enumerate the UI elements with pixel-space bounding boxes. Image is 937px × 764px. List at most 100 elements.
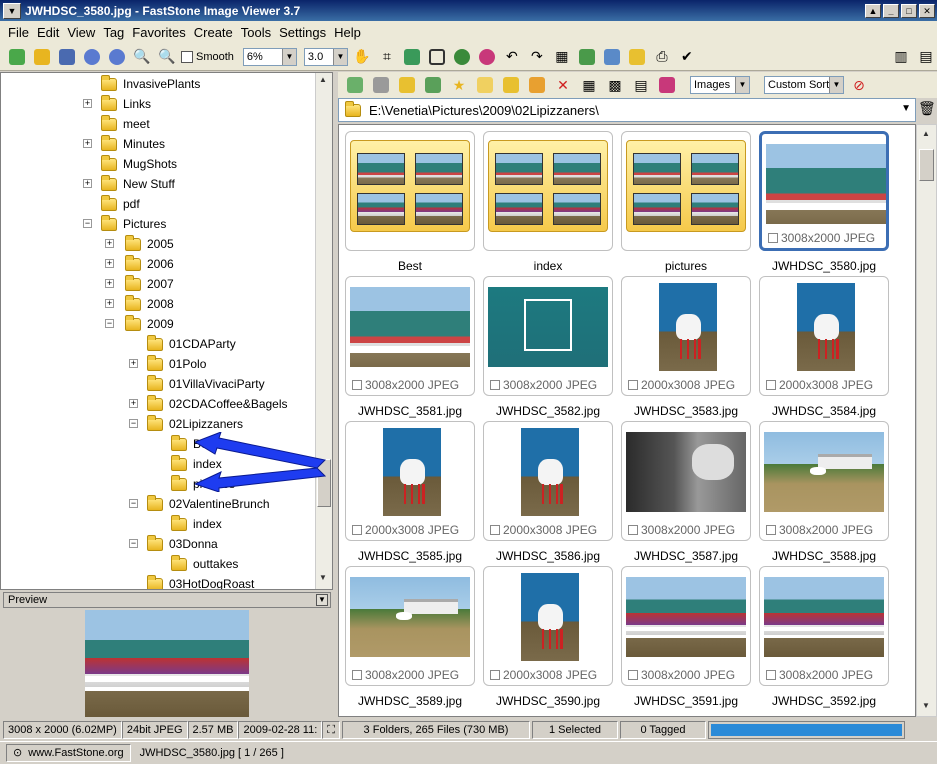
tree-item[interactable]: 03HotDogRoast [147, 574, 254, 589]
zoom-in-icon[interactable]: 🔍 [131, 46, 153, 68]
tree-item[interactable]: 2007 [125, 274, 174, 294]
image-thumbnail[interactable]: 3008x2000 JPEG [621, 566, 751, 686]
folder-thumbnail[interactable] [483, 131, 613, 251]
tag-checkbox[interactable] [766, 670, 776, 680]
image-thumbnail[interactable]: 3008x2000 JPEG [621, 421, 751, 541]
tree-expander[interactable]: + [83, 179, 92, 188]
grid-scrollbar[interactable]: ▲ ▼ [916, 124, 937, 717]
tag-checkbox[interactable] [490, 525, 500, 535]
hand-tool-icon[interactable]: ✋ [351, 46, 373, 68]
menu-settings[interactable]: Settings [275, 25, 330, 40]
tag-checkbox[interactable] [490, 670, 500, 680]
tree-item[interactable]: 01Polo [147, 354, 206, 374]
red-eye-icon[interactable] [476, 46, 498, 68]
email-icon[interactable] [626, 46, 648, 68]
menu-tag[interactable]: Tag [99, 25, 128, 40]
slideshow-icon[interactable] [576, 46, 598, 68]
smooth-checkbox[interactable]: Smooth [181, 50, 234, 63]
tree-item[interactable]: index [171, 514, 222, 534]
tree-expander[interactable]: − [83, 219, 92, 228]
rotate-right-icon[interactable]: ↷ [526, 46, 548, 68]
zoom-out-icon[interactable]: 🔍 [156, 46, 178, 68]
layout-icon[interactable]: ▥ [890, 46, 912, 68]
tag-checkbox[interactable] [628, 380, 638, 390]
tree-item[interactable]: 2008 [125, 294, 174, 314]
scroll-down-icon[interactable]: ▼ [922, 701, 930, 710]
move-to-icon[interactable] [526, 74, 548, 96]
scroll-up-icon[interactable]: ▲ [319, 75, 327, 84]
zoom-select[interactable]: 6% ▼ [242, 47, 297, 66]
tree-item[interactable]: 02CDACoffee&Bagels [147, 394, 288, 414]
browse-icon[interactable] [31, 46, 53, 68]
copy-to-icon[interactable] [500, 74, 522, 96]
tag-checkbox[interactable] [766, 525, 776, 535]
image-thumbnail[interactable]: 2000x3008 JPEG [759, 276, 889, 396]
favorite-star-icon[interactable]: ★ [448, 74, 470, 96]
tag-checkbox[interactable] [490, 380, 500, 390]
website-segment[interactable]: ⊙ www.FastStone.org [6, 744, 131, 762]
tag-checkbox[interactable] [352, 670, 362, 680]
tree-expander[interactable]: − [129, 499, 138, 508]
scroll-thumb[interactable] [919, 149, 934, 181]
tree-expander[interactable]: + [105, 259, 114, 268]
up-folder-icon[interactable] [396, 74, 418, 96]
tree-scrollbar[interactable]: ▲ ▼ [315, 73, 332, 589]
tree-item[interactable]: 01VillaVivaciParty [147, 374, 265, 394]
tree-item[interactable]: 2009 [125, 314, 174, 334]
tree-expander[interactable]: + [83, 99, 92, 108]
tree-expander[interactable]: + [83, 139, 92, 148]
tag-mark-icon[interactable] [656, 74, 678, 96]
tree-item[interactable]: outtakes [171, 554, 238, 574]
tree-item[interactable]: 03Donna [147, 534, 218, 554]
tag-checkbox[interactable] [352, 525, 362, 535]
delete-icon[interactable]: ✕ [552, 74, 574, 96]
tree-item[interactable]: Pictures [101, 214, 166, 234]
tag-icon[interactable]: ✔ [676, 46, 698, 68]
new-folder-icon[interactable] [474, 74, 496, 96]
layout-alt-icon[interactable]: ▤ [915, 46, 937, 68]
tree-item[interactable]: 02Lipizzaners [147, 414, 243, 434]
tree-item[interactable]: MugShots [101, 154, 177, 174]
tree-item[interactable]: 2006 [125, 254, 174, 274]
view-details-icon[interactable]: ▤ [630, 74, 652, 96]
tree-expander[interactable]: + [129, 399, 138, 408]
crop-icon[interactable]: ⌗ [376, 46, 398, 68]
image-thumbnail[interactable]: 3008x2000 JPEG [483, 276, 613, 396]
tree-expander[interactable]: − [105, 319, 114, 328]
image-thumbnail[interactable]: 2000x3008 JPEG [483, 566, 613, 686]
gamma-select[interactable]: 3.0 ▼ [303, 47, 348, 66]
color-icon[interactable] [451, 46, 473, 68]
scroll-up-icon[interactable]: ▲ [922, 129, 930, 138]
tree-item[interactable]: Links [101, 94, 151, 114]
view-large-icon[interactable]: ▦ [578, 74, 600, 96]
menu-create[interactable]: Create [190, 25, 237, 40]
image-thumbnail[interactable]: 2000x3008 JPEG [483, 421, 613, 541]
tag-checkbox[interactable] [628, 670, 638, 680]
clear-filter-icon[interactable]: ⊘ [848, 74, 870, 96]
tree-item[interactable]: InvasivePlants [101, 74, 200, 94]
menu-file[interactable]: File [4, 25, 33, 40]
menu-help[interactable]: Help [330, 25, 365, 40]
tag-checkbox[interactable] [628, 525, 638, 535]
tree-item[interactable]: Minutes [101, 134, 165, 154]
tree-item[interactable]: 02ValentineBrunch [147, 494, 270, 514]
help-button[interactable]: ▲ [865, 3, 881, 18]
tag-checkbox[interactable] [352, 380, 362, 390]
minimize-button[interactable]: _ [883, 3, 899, 18]
image-thumbnail[interactable]: 3008x2000 JPEG [759, 421, 889, 541]
scroll-down-icon[interactable]: ▼ [319, 573, 327, 582]
tag-checkbox[interactable] [768, 233, 778, 243]
view-medium-icon[interactable]: ▩ [604, 74, 626, 96]
folder-thumbnail[interactable] [621, 131, 751, 251]
system-menu-icon[interactable]: ▼ [3, 2, 21, 19]
rotate-left-icon[interactable]: ↶ [501, 46, 523, 68]
website-link[interactable]: www.FastStone.org [28, 745, 123, 761]
tree-item[interactable]: New Stuff [101, 174, 175, 194]
recycle-icon[interactable]: 🗑 [918, 100, 936, 117]
print-icon[interactable]: ⎙ [651, 46, 673, 68]
image-thumbnail[interactable]: 3008x2000 JPEG [345, 276, 475, 396]
collapse-icon[interactable]: ▼ [316, 594, 328, 606]
image-thumbnail[interactable]: 3008x2000 JPEG [759, 131, 889, 251]
tree-expander[interactable]: + [129, 359, 138, 368]
menu-view[interactable]: View [63, 25, 99, 40]
